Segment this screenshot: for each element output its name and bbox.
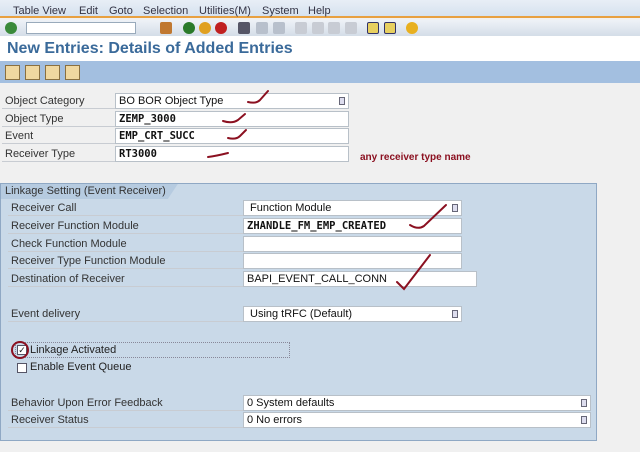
circle-annotation-icon: [11, 341, 29, 359]
checkmark-icon: [227, 129, 247, 140]
checkmark-icon: [247, 90, 269, 104]
checkmark-icon: [222, 113, 246, 124]
handwritten-checkmarks: [11, 90, 447, 359]
checkmark-icon: [207, 152, 229, 158]
checkmark-icon: [409, 204, 447, 229]
checkmark-icon: [396, 254, 431, 291]
